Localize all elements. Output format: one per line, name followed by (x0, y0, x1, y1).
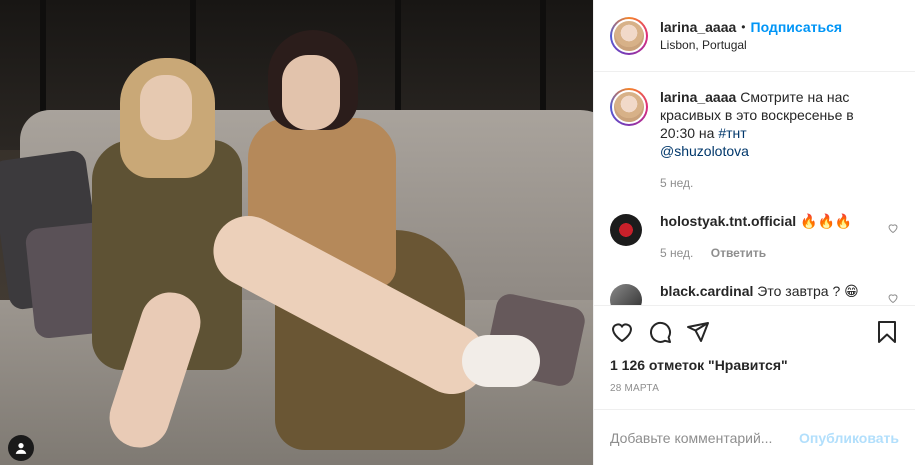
heart-icon[interactable] (887, 292, 899, 304)
comment-text: 🔥🔥🔥 (800, 213, 853, 229)
person-right-face (282, 55, 340, 130)
reply-button[interactable]: Ответить (711, 246, 766, 260)
user-tag-icon[interactable] (8, 435, 34, 461)
comment-age[interactable]: 5 нед. (660, 246, 693, 260)
post-side-panel: larina_aaaa • Подписаться Lisbon, Portug… (593, 0, 915, 465)
comment-input[interactable] (610, 429, 800, 446)
author-username[interactable]: larina_aaaa (660, 18, 736, 36)
sock (462, 335, 540, 387)
hashtag-link[interactable]: #тнт (718, 125, 746, 141)
bookmark-icon[interactable] (875, 320, 899, 344)
avatar[interactable] (610, 284, 642, 305)
likes-count[interactable]: 1 126 отметок "Нравится" (594, 357, 915, 377)
follow-button[interactable]: Подписаться (751, 18, 843, 36)
person-left-face (140, 75, 192, 140)
comment-item: holostyak.tnt.official 🔥🔥🔥 5 нед. Ответи… (610, 212, 899, 262)
avatar[interactable] (610, 88, 648, 126)
separator-dot: • (741, 19, 746, 34)
post-header: larina_aaaa • Подписаться Lisbon, Portug… (594, 0, 915, 72)
post-photo[interactable] (0, 0, 593, 465)
post-date[interactable]: 28 МАРТА (594, 377, 915, 405)
avatar[interactable] (610, 16, 648, 55)
post-dialog: larina_aaaa • Подписаться Lisbon, Portug… (0, 0, 915, 465)
caption-username[interactable]: larina_aaaa (660, 89, 736, 105)
comment-username[interactable]: black.cardinal (660, 283, 753, 299)
heart-icon[interactable] (887, 222, 899, 234)
comment-icon[interactable] (648, 320, 672, 344)
heart-icon[interactable] (610, 320, 634, 344)
location-link[interactable]: Lisbon, Portugal (660, 36, 842, 54)
avatar[interactable] (610, 214, 642, 246)
caption: larina_aaaa Смотрите на нас красивых в эт… (610, 88, 899, 190)
comments-list[interactable]: larina_aaaa Смотрите на нас красивых в эт… (594, 72, 915, 305)
add-comment-bar: Опубликовать (594, 409, 915, 465)
comment-item: black.cardinal Это завтра ? 😁 (610, 282, 899, 305)
post-actions (594, 305, 915, 357)
share-icon[interactable] (686, 320, 710, 344)
caption-age[interactable]: 5 нед. (660, 176, 890, 190)
comment-text: Это завтра ? 😁 (757, 283, 859, 299)
comment-username[interactable]: holostyak.tnt.official (660, 213, 796, 229)
publish-button[interactable]: Опубликовать (799, 430, 899, 446)
mention-link[interactable]: @shuzolotova (660, 143, 749, 159)
